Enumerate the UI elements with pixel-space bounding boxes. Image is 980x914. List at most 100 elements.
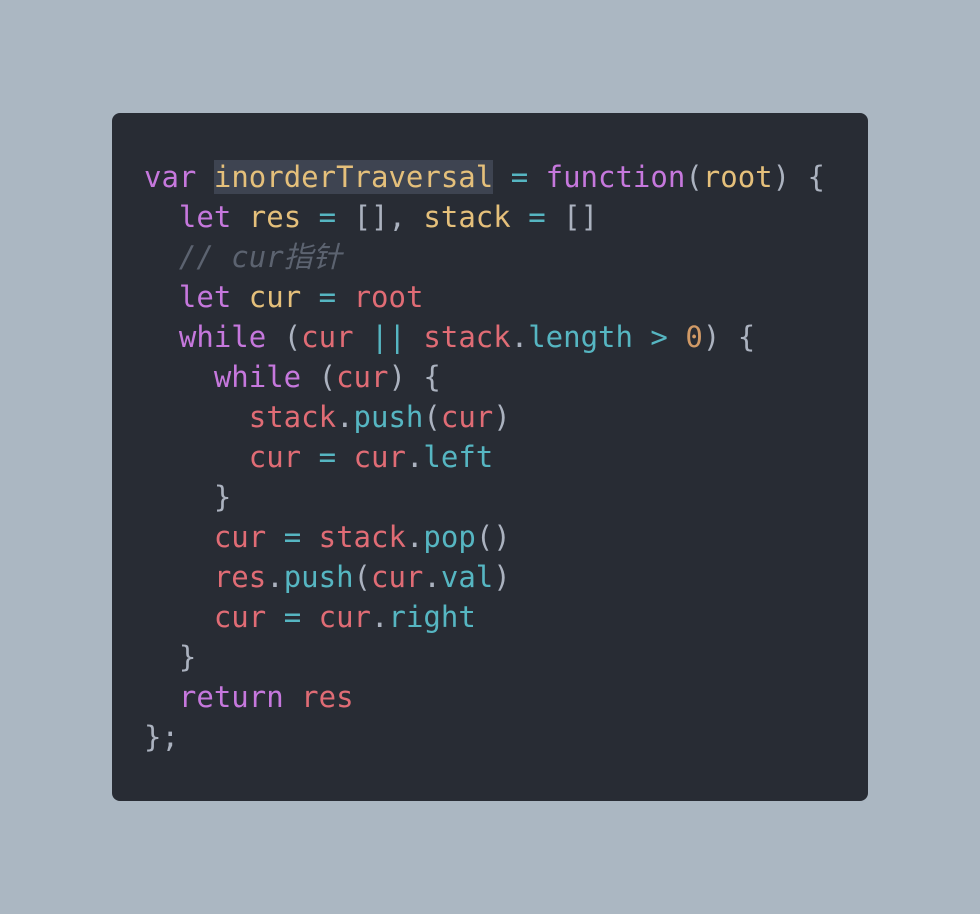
code-line: cur = cur.right (144, 597, 825, 637)
code-token: = (318, 440, 337, 474)
code-token: return (178, 680, 284, 714)
code-token: > (650, 320, 668, 354)
code-token: = (318, 200, 337, 234)
code-token: function (545, 160, 686, 194)
code-line: return res (144, 677, 825, 717)
code-token: let (178, 280, 232, 314)
code-token: let (178, 200, 232, 234)
code-token: [] (545, 200, 599, 234)
code-line: // cur指针 (144, 237, 825, 277)
highlighted-token: inorderTraversal (213, 160, 494, 194)
code-token: ) (493, 560, 511, 594)
code-token: cur (336, 360, 389, 394)
code-token: . (336, 400, 354, 434)
code-token: }; (144, 720, 179, 754)
code-line: } (144, 477, 825, 517)
code-token: ( (266, 320, 302, 354)
code-token: ) { (388, 360, 441, 394)
code-line: } (144, 637, 825, 677)
code-token: cur (248, 440, 302, 474)
code-token: = (283, 520, 302, 554)
code-line: while (cur || stack.length > 0) { (144, 317, 825, 357)
code-token: pop (423, 520, 476, 554)
code-token: () (475, 520, 511, 554)
code-token: ) { (702, 320, 756, 354)
code-token: . (405, 520, 424, 554)
code-token: cur (301, 320, 354, 354)
code-line: let cur = root (144, 277, 825, 317)
code-token: stack (248, 400, 337, 434)
code-token: cur (353, 440, 406, 474)
code-token: // cur指针 (178, 240, 342, 274)
code-token: push (283, 560, 354, 594)
code-token: left (423, 440, 494, 474)
code-line: stack.push(cur) (144, 397, 825, 437)
code-token: push (353, 400, 424, 434)
code-token: val (440, 560, 494, 594)
code-line: res.push(cur.val) (144, 557, 825, 597)
code-token: = (510, 160, 529, 194)
code-token: res (248, 200, 302, 234)
code-token: cur (213, 600, 267, 634)
code-token: right (388, 600, 476, 634)
code-line: cur = stack.pop() (144, 517, 825, 557)
code-token: = (283, 600, 302, 634)
code-token: } (144, 480, 232, 514)
code-token: res (213, 560, 267, 594)
code-token: . (266, 560, 284, 594)
code-token: . (510, 320, 529, 354)
code-line: let res = [], stack = [] (144, 197, 825, 237)
code-token: while (213, 360, 302, 394)
code-token: ( (353, 560, 372, 594)
code-token: ( (423, 400, 441, 434)
code-token: } (144, 640, 197, 674)
code-token: stack (423, 320, 511, 354)
code-token: stack (318, 520, 406, 554)
code-token: cur (440, 400, 494, 434)
code-token: = (528, 200, 546, 234)
code-token: stack (423, 200, 511, 234)
code-token: . (405, 440, 424, 474)
code-line: cur = cur.left (144, 437, 825, 477)
code-block[interactable]: var inorderTraversal = function(root) { … (144, 157, 825, 757)
code-token: ) (493, 400, 511, 434)
code-token: length (528, 320, 633, 354)
code-token: res (301, 680, 354, 714)
code-token: [], (336, 200, 424, 234)
code-token: . (371, 600, 389, 634)
code-token: = (318, 280, 337, 314)
code-token: ( (301, 360, 337, 394)
code-line: }; (144, 717, 825, 757)
code-token: cur (248, 280, 302, 314)
code-token: var (144, 160, 197, 194)
